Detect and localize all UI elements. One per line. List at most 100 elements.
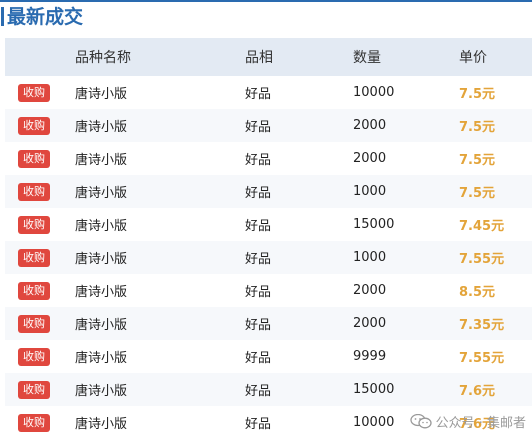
tag-cell: 收购 (18, 307, 50, 340)
grade: 好品 (245, 186, 272, 201)
buy-badge: 收购 (18, 347, 50, 366)
grade: 好品 (245, 252, 272, 267)
grade: 好品 (245, 87, 272, 102)
table-row[interactable]: 收购 唐诗小版 好品 2000 7.35元 (5, 307, 532, 340)
price-value: 7.5元 (459, 153, 496, 168)
buy-badge: 收购 (18, 116, 50, 135)
grade: 好品 (245, 153, 272, 168)
price-value: 7.55元 (459, 252, 505, 267)
quantity: 15000 (353, 217, 395, 232)
buy-badge: 收购 (18, 413, 50, 432)
wechat-icon (409, 414, 432, 429)
tag-cell: 收购 (18, 406, 50, 439)
buy-badge: 收购 (18, 314, 50, 333)
table-row[interactable]: 收购 唐诗小版 好品 1000 7.55元 (5, 241, 532, 274)
variety-name: 唐诗小版 (75, 252, 128, 267)
table-row[interactable]: 收购 唐诗小版 好品 1000 7.5元 (5, 175, 532, 208)
header-quantity: 数量 (353, 50, 381, 66)
tag-cell: 收购 (18, 142, 50, 175)
table-row[interactable]: 收购 唐诗小版 好品 2000 8.5元 (5, 274, 532, 307)
unit-price: 7.45元 (459, 208, 504, 241)
variety-name: 唐诗小版 (75, 351, 128, 366)
watermark: 公众号 · 集邮者 (409, 412, 526, 431)
table-row[interactable]: 收购 唐诗小版 好品 2000 7.5元 (5, 142, 532, 175)
tag-cell: 收购 (18, 109, 50, 142)
trades-table: 品种名称 品相 数量 单价 收购 唐诗小版 好品 10000 7.5元 收购 唐诗小版 好品 2… (5, 38, 532, 439)
buy-badge: 收购 (18, 248, 50, 267)
title-accent-bar (1, 7, 4, 26)
grade: 好品 (245, 417, 272, 432)
buy-badge: 收购 (18, 380, 50, 399)
tag-cell: 收购 (18, 76, 50, 109)
variety-name: 唐诗小版 (75, 87, 128, 102)
table-header: 品种名称 品相 数量 单价 (5, 38, 532, 76)
unit-price: 7.5元 (459, 76, 495, 109)
table-row[interactable]: 收购 唐诗小版 好品 15000 7.45元 (5, 208, 532, 241)
variety-name: 唐诗小版 (75, 153, 128, 168)
buy-badge: 收购 (18, 182, 50, 201)
quantity: 9999 (353, 349, 387, 364)
table-row[interactable]: 收购 唐诗小版 好品 9999 7.55元 (5, 340, 532, 373)
variety-name: 唐诗小版 (75, 186, 128, 201)
quantity: 2000 (353, 283, 387, 298)
quantity: 1000 (353, 250, 387, 265)
unit-price: 8.5元 (459, 274, 495, 307)
unit-price: 7.55元 (459, 340, 504, 373)
variety-name: 唐诗小版 (75, 285, 128, 300)
tag-cell: 收购 (18, 274, 50, 307)
tag-cell: 收购 (18, 208, 50, 241)
grade: 好品 (245, 120, 272, 135)
section-title-text: 最新成交 (7, 6, 84, 28)
grade: 好品 (245, 351, 272, 366)
header-grade: 品相 (245, 50, 273, 66)
unit-price: 7.35元 (459, 307, 504, 340)
quantity: 15000 (353, 382, 395, 397)
grade: 好品 (245, 318, 272, 333)
top-rule (0, 0, 532, 2)
buy-badge: 收购 (18, 281, 50, 300)
variety-name: 唐诗小版 (75, 384, 128, 399)
tag-cell: 收购 (18, 373, 50, 406)
table-row[interactable]: 收购 唐诗小版 好品 15000 7.6元 (5, 373, 532, 406)
price-value: 7.6元 (459, 384, 496, 399)
quantity: 2000 (353, 118, 387, 133)
buy-badge: 收购 (18, 215, 50, 234)
tag-cell: 收购 (18, 340, 50, 373)
buy-badge: 收购 (18, 149, 50, 168)
price-value: 7.35元 (459, 318, 505, 333)
price-value: 7.5元 (459, 87, 496, 102)
price-value: 7.5元 (459, 186, 496, 201)
variety-name: 唐诗小版 (75, 219, 128, 234)
price-value: 7.55元 (459, 351, 505, 366)
quantity: 10000 (353, 415, 395, 430)
unit-price: 7.55元 (459, 241, 504, 274)
table-body: 收购 唐诗小版 好品 10000 7.5元 收购 唐诗小版 好品 2000 7.5元 收购 唐诗小版好… (5, 76, 532, 439)
quantity: 1000 (353, 184, 387, 199)
price-value: 7.5元 (459, 120, 496, 135)
variety-name: 唐诗小版 (75, 417, 128, 432)
unit-price: 7.6元 (459, 373, 495, 406)
grade: 好品 (245, 384, 272, 399)
variety-name: 唐诗小版 (75, 318, 128, 333)
watermark-text: 公众号 · 集邮者 (435, 416, 526, 431)
unit-price: 7.5元 (459, 142, 495, 175)
table-row[interactable]: 收购 唐诗小版 好品 2000 7.5元 (5, 109, 532, 142)
unit-price: 7.5元 (459, 175, 495, 208)
buy-badge: 收购 (18, 83, 50, 102)
price-value: 7.45元 (459, 219, 505, 234)
grade: 好品 (245, 219, 272, 234)
tag-cell: 收购 (18, 241, 50, 274)
trade-page: 最新成交 品种名称 品相 数量 单价 收购 唐诗小版 好品 10000 7.5元 收购 唐诗… (0, 0, 532, 440)
header-name: 品种名称 (75, 50, 131, 66)
quantity: 2000 (353, 151, 387, 166)
unit-price: 7.5元 (459, 109, 495, 142)
quantity: 10000 (353, 85, 395, 100)
variety-name: 唐诗小版 (75, 120, 128, 135)
header-price: 单价 (459, 50, 487, 66)
price-value: 8.5元 (459, 285, 496, 300)
quantity: 2000 (353, 316, 387, 331)
table-row[interactable]: 收购 唐诗小版 好品 10000 7.5元 (5, 76, 532, 109)
tag-cell: 收购 (18, 175, 50, 208)
section-title: 最新成交 (1, 4, 83, 30)
grade: 好品 (245, 285, 272, 300)
